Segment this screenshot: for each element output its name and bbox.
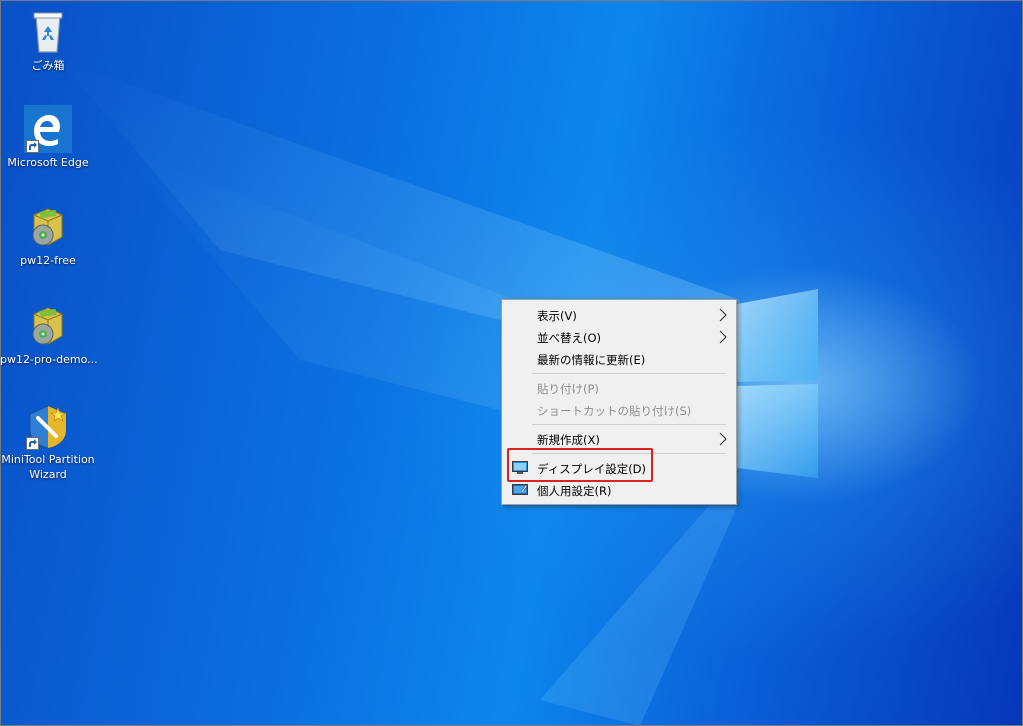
desktop-icon-label-line1: MiniTool Partition bbox=[1, 453, 95, 466]
submenu-arrow-icon bbox=[719, 308, 727, 325]
installer-package-icon bbox=[24, 203, 72, 251]
menu-item-label: 並べ替え(O) bbox=[537, 331, 602, 345]
menu-item-sort-by[interactable]: 並べ替え(O) bbox=[503, 326, 735, 348]
recycle-bin-icon bbox=[24, 8, 72, 56]
desktop-icon-label: pw12-pro-demo... bbox=[0, 353, 98, 366]
menu-item-paste-shortcut[interactable]: ショートカットの貼り付け(S) bbox=[503, 399, 735, 421]
desktop-icon-pw12-pro-demo[interactable]: pw12-pro-demo... bbox=[0, 302, 98, 367]
desktop-icon-recycle-bin[interactable]: ごみ箱 bbox=[0, 8, 96, 73]
desktop-icon-label-line2: Wizard bbox=[29, 468, 67, 481]
desktop-background[interactable]: ごみ箱 Microsoft Edge pw12-free pw12-pro-de… bbox=[0, 0, 1023, 726]
menu-item-label: ショートカットの貼り付け(S) bbox=[537, 404, 692, 418]
menu-item-label: 表示(V) bbox=[537, 309, 577, 323]
submenu-arrow-icon bbox=[719, 432, 727, 449]
edge-icon bbox=[24, 105, 72, 153]
desktop-icon-label: ごみ箱 bbox=[31, 59, 65, 72]
desktop-icon-label: pw12-free bbox=[20, 254, 76, 267]
menu-item-view[interactable]: 表示(V) bbox=[503, 304, 735, 326]
desktop-icon-label: Microsoft Edge bbox=[7, 156, 89, 169]
personalize-icon bbox=[512, 483, 528, 500]
annotation-highlight-box bbox=[507, 448, 653, 482]
minitool-partition-wizard-icon bbox=[24, 402, 72, 450]
menu-item-label: 貼り付け(P) bbox=[537, 382, 599, 396]
menu-item-personalize[interactable]: 個人用設定(R) bbox=[503, 479, 735, 501]
menu-separator bbox=[532, 373, 726, 374]
shortcut-arrow-icon bbox=[26, 140, 39, 153]
desktop-icon-pw12-free[interactable]: pw12-free bbox=[0, 203, 96, 268]
installer-package-icon bbox=[24, 302, 72, 350]
submenu-arrow-icon bbox=[719, 330, 727, 347]
menu-item-new[interactable]: 新規作成(X) bbox=[503, 428, 735, 450]
desktop-icon-minitool-partition-wizard[interactable]: MiniTool Partition Wizard bbox=[0, 402, 96, 482]
desktop-icon-microsoft-edge[interactable]: Microsoft Edge bbox=[0, 105, 96, 170]
menu-item-refresh[interactable]: 最新の情報に更新(E) bbox=[503, 348, 735, 370]
shortcut-arrow-icon bbox=[26, 437, 39, 450]
menu-item-paste[interactable]: 貼り付け(P) bbox=[503, 377, 735, 399]
menu-separator bbox=[532, 424, 726, 425]
menu-item-label: 新規作成(X) bbox=[537, 433, 600, 447]
menu-item-label: 個人用設定(R) bbox=[537, 484, 612, 498]
menu-item-label: 最新の情報に更新(E) bbox=[537, 353, 646, 367]
